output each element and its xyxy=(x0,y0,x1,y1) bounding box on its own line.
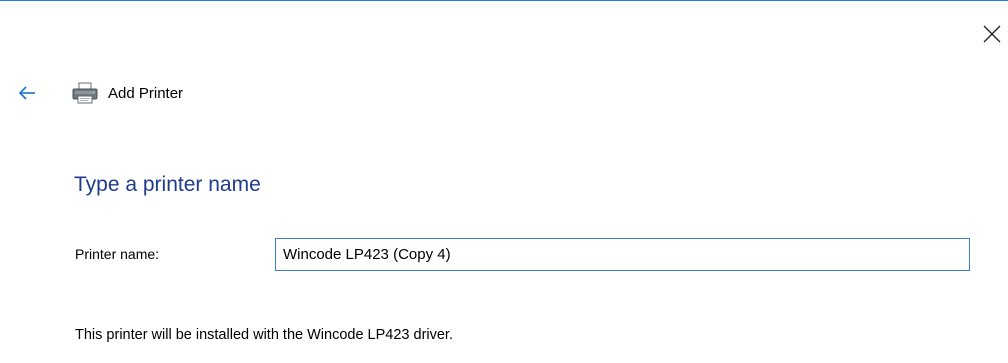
window-top-border xyxy=(0,0,1008,1)
printer-icon xyxy=(72,82,98,104)
close-button[interactable] xyxy=(980,22,1004,46)
wizard-title-bar: Add Printer xyxy=(70,80,183,106)
close-icon xyxy=(983,25,1001,43)
printer-name-label: Printer name: xyxy=(75,246,160,262)
add-printer-dialog: Add Printer Type a printer name Printer … xyxy=(0,0,1008,363)
wizard-title: Add Printer xyxy=(108,84,184,102)
back-arrow-icon xyxy=(18,86,35,100)
printer-name-input[interactable] xyxy=(275,238,970,271)
page-heading: Type a printer name xyxy=(74,173,261,196)
back-button[interactable] xyxy=(16,82,38,104)
driver-info-text: This printer will be installed with the … xyxy=(75,327,453,343)
